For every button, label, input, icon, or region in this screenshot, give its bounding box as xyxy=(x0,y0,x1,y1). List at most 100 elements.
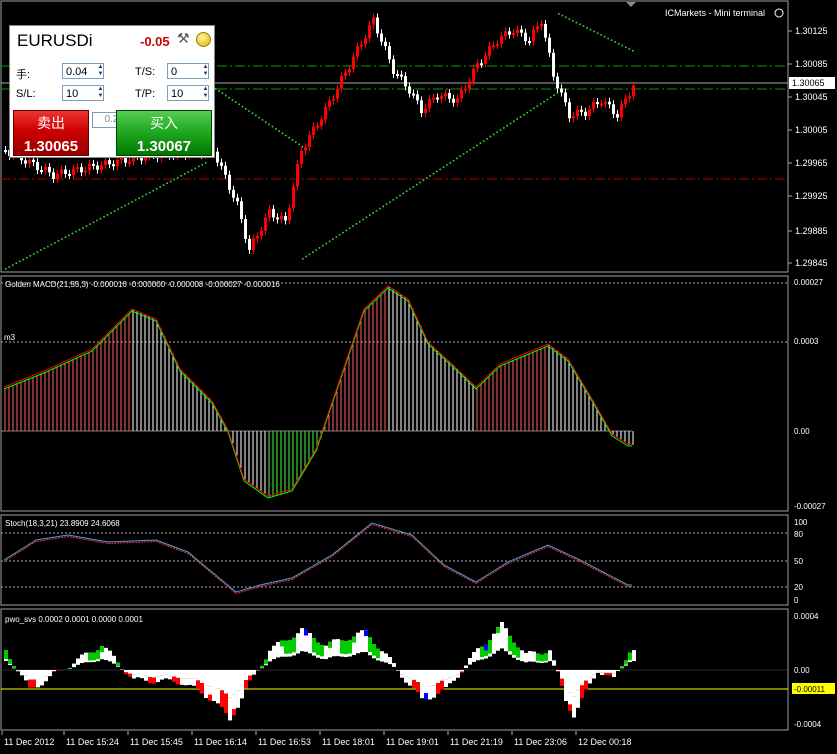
candle-body xyxy=(516,29,519,34)
tp-stepper[interactable]: ▲ ▼ xyxy=(201,86,210,102)
sl-stepper[interactable]: ▲ ▼ xyxy=(96,86,105,102)
trend-dot xyxy=(159,186,161,188)
trend-dot xyxy=(315,249,318,251)
pwo-bar xyxy=(452,670,456,676)
pwo-bar-seg xyxy=(600,672,604,676)
trend-dot xyxy=(561,14,564,17)
pwo-bar-seg xyxy=(584,680,588,690)
trend-dot xyxy=(285,134,287,137)
pwo-bar-seg xyxy=(252,672,256,675)
trend-dot xyxy=(516,118,519,120)
trend-dot xyxy=(422,179,425,182)
pwo-bar-seg xyxy=(16,670,20,672)
trend-dot xyxy=(92,221,95,224)
trend-dot xyxy=(586,27,588,29)
pwo-bar xyxy=(212,670,216,688)
candle-body xyxy=(40,170,43,173)
price-tick-label: 1.29925 xyxy=(795,191,828,201)
coin-icon[interactable] xyxy=(196,32,211,47)
trend-dot xyxy=(372,212,374,214)
candle-body xyxy=(568,102,571,119)
pwo-bar xyxy=(600,670,604,673)
pwo-tick-label: 0.00 xyxy=(794,666,810,675)
pwo-bar-seg xyxy=(180,678,184,685)
trend-dot xyxy=(382,205,385,208)
candle-body xyxy=(316,125,319,128)
trend-dot xyxy=(265,121,267,123)
trend-dot xyxy=(405,190,408,192)
pwo-bar-seg xyxy=(140,674,144,679)
pwo-bar-seg xyxy=(196,680,200,689)
trend-dot xyxy=(281,132,284,135)
candle-body xyxy=(416,94,419,101)
pwo-bar-cap xyxy=(496,627,500,634)
pwo-bar-seg xyxy=(552,660,556,665)
ts-stepper[interactable]: ▲ ▼ xyxy=(201,64,210,80)
trend-dot xyxy=(389,201,391,203)
trend-dot xyxy=(549,96,552,99)
trend-dot xyxy=(489,135,492,138)
candle-body xyxy=(428,98,431,109)
trend-dot xyxy=(462,153,465,155)
pwo-bar-seg xyxy=(480,646,484,658)
candle-body xyxy=(504,31,507,37)
trend-dot xyxy=(466,151,468,153)
trend-dot xyxy=(496,131,498,134)
trend-dot xyxy=(624,46,627,49)
trend-dot xyxy=(621,44,624,47)
pwo-bar-seg xyxy=(308,633,312,650)
trend-dot xyxy=(40,249,42,252)
pwo-bar-cap xyxy=(328,641,332,648)
pwo-bar xyxy=(248,670,252,676)
pwo-bar-seg xyxy=(320,645,324,657)
candle-body xyxy=(600,103,603,106)
candle-body xyxy=(512,33,515,36)
sell-button[interactable]: 卖出 1.30065 xyxy=(13,110,89,156)
candle-body xyxy=(220,162,223,166)
pwo-bar xyxy=(36,670,40,680)
buy-button[interactable]: 买入 1.30067 xyxy=(116,110,212,156)
pwo-bar-seg xyxy=(148,677,152,684)
lot-stepper[interactable]: ▲ ▼ xyxy=(96,64,105,80)
candle-body xyxy=(448,93,451,99)
trend-dot xyxy=(318,247,321,249)
trend-dot xyxy=(568,18,571,20)
trend-dot xyxy=(486,138,488,140)
pwo-bar xyxy=(432,670,436,686)
tools-icon[interactable]: ⚒ xyxy=(177,30,190,47)
candle-body xyxy=(72,168,75,176)
pwo-bar-seg xyxy=(92,652,96,661)
trend-dot xyxy=(449,162,452,164)
price-tick-label: 1.30005 xyxy=(795,125,828,135)
trend-dot xyxy=(148,191,151,194)
trend-dot xyxy=(278,130,280,132)
candle-body xyxy=(404,76,407,87)
trend-dot xyxy=(57,240,60,242)
candle-body xyxy=(588,108,591,116)
mini-terminal[interactable]: EURUSDi -0.05 ⚒ 手: 0.04 ▲ ▼ T/S: 0 ▲ ▼ S/L… xyxy=(9,25,215,158)
trend-dot xyxy=(155,188,158,190)
pwo-bar-seg xyxy=(184,678,188,686)
shift-marker-icon[interactable] xyxy=(626,2,636,7)
trend-dot xyxy=(506,124,508,127)
candle-body xyxy=(280,216,283,220)
pwo-bar-seg xyxy=(260,665,264,668)
pwo-bar-seg xyxy=(384,653,388,661)
candle-body xyxy=(324,106,327,120)
trend-dot xyxy=(36,251,39,253)
time-tick-label: 11 Dec 23:06 xyxy=(514,737,567,747)
candle-body xyxy=(112,164,115,167)
pwo-bar-seg xyxy=(404,676,408,683)
candle-body xyxy=(236,197,239,202)
trend-dot xyxy=(308,253,311,256)
pwo-bar-seg xyxy=(12,666,16,668)
candle-body xyxy=(532,29,535,42)
time-tick-label: 11 Dec 2012 xyxy=(4,737,54,747)
candle-body xyxy=(472,68,475,82)
trend-dot xyxy=(43,247,46,250)
pwo-pane xyxy=(0,608,789,731)
candle-body xyxy=(312,126,315,136)
candle-body xyxy=(32,159,35,163)
pwo-bar xyxy=(20,670,24,673)
trend-dot xyxy=(442,166,445,168)
